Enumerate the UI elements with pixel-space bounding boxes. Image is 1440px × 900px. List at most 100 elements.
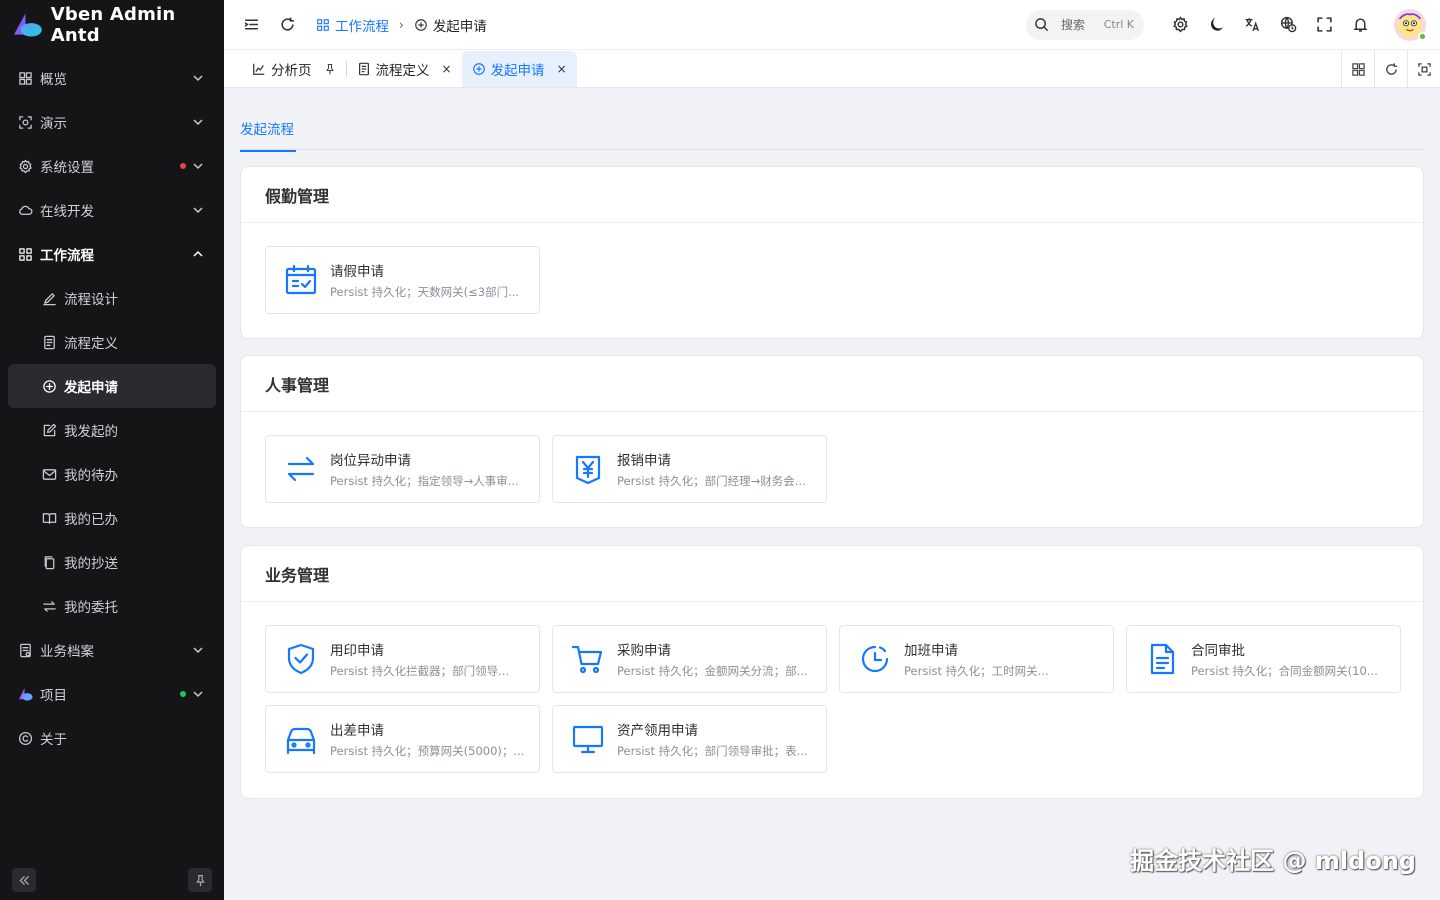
refresh-button[interactable]	[276, 14, 298, 36]
timezone-button[interactable]	[1277, 14, 1299, 36]
flow-group-title: 假勤管理	[241, 167, 1423, 223]
bell-icon	[1352, 18, 1368, 32]
status-dot	[180, 163, 186, 169]
breadcrumb-item-workflow[interactable]: 工作流程	[316, 15, 389, 35]
flow-group-title: 业务管理	[241, 546, 1423, 602]
sidebar-item-0[interactable]: 概览	[0, 56, 224, 100]
sidebar-item-10[interactable]: 我的已办	[0, 496, 224, 540]
flow-description: Persist 持久化；工时网关...	[904, 664, 1049, 678]
tab-process-definition[interactable]: 流程定义 ×	[347, 51, 462, 87]
cart-icon	[571, 642, 605, 676]
design-icon	[41, 290, 57, 306]
tab-close-icon[interactable]: ×	[557, 62, 567, 76]
project-logo-icon	[17, 686, 33, 702]
file-text-icon	[1145, 642, 1179, 676]
flow-description: Persist 持久化；部门经理→财务会...	[617, 474, 806, 488]
tab-analytics[interactable]: 分析页	[242, 51, 346, 87]
shield-check-icon	[284, 642, 318, 676]
tab-refresh-button[interactable]	[1374, 50, 1407, 88]
flow-description: Persist 持久化；天数网关(≤3部门...	[330, 285, 520, 299]
gear-icon	[1172, 16, 1188, 33]
sidebar-item-label: 关于	[40, 732, 67, 748]
copy-icon	[41, 554, 57, 570]
flow-card-text: 合同审批 Persist 持久化；合同金额网关(10...	[1191, 639, 1386, 679]
chevron-up-icon	[192, 248, 204, 260]
plus-circle-icon	[41, 378, 57, 394]
brand-title: Vben Admin Antd	[50, 4, 176, 46]
sidebar-item-7[interactable]: 发起申请	[8, 364, 216, 408]
flow-group-card: 业务管理用印申请 Persist 持久化拦截器；部门领导... 采购申请 Persis…	[240, 545, 1424, 799]
language-button[interactable]	[1241, 14, 1263, 36]
sidebar-item-3[interactable]: 在线开发	[0, 188, 224, 232]
sidebar-item-5[interactable]: 流程设计	[0, 276, 224, 320]
sidebar-item-6[interactable]: 流程定义	[0, 320, 224, 364]
flow-card[interactable]: 报销申请 Persist 持久化；部门经理→财务会...	[552, 435, 827, 503]
sidebar-item-9[interactable]: 我的待办	[0, 452, 224, 496]
tab-close-icon[interactable]: ×	[442, 62, 452, 76]
collapse-sidebar-button[interactable]	[12, 868, 36, 892]
preferences-button[interactable]	[1169, 14, 1191, 36]
flow-card[interactable]: 合同审批 Persist 持久化；合同金额网关(10...	[1126, 625, 1401, 693]
sidebar-item-15[interactable]: 关于	[0, 716, 224, 760]
sidebar-item-2[interactable]: 系统设置	[0, 144, 224, 188]
flow-card[interactable]: 岗位异动申请 Persist 持久化；指定领导→人事审...	[265, 435, 540, 503]
tabs-toolbar	[1341, 50, 1440, 88]
tab-maximize-button[interactable]	[1407, 50, 1440, 88]
flow-group-body: 请假申请 Persist 持久化；天数网关(≤3部门...	[241, 223, 1423, 314]
flow-group-title: 人事管理	[241, 356, 1423, 412]
tabs-menu-button[interactable]	[1341, 50, 1374, 88]
chevron-down-icon	[192, 644, 204, 656]
workflow-icon	[17, 246, 33, 262]
flow-card[interactable]: 请假申请 Persist 持久化；天数网关(≤3部门...	[265, 246, 540, 314]
menu-toggle-button[interactable]	[240, 14, 262, 36]
sidebar-item-4[interactable]: 工作流程	[0, 232, 224, 276]
chart-icon	[253, 63, 265, 75]
header-tools: 搜索 Ctrl K	[1026, 8, 1440, 41]
sidebar-item-label: 我发起的	[64, 424, 118, 440]
flow-card[interactable]: 出差申请 Persist 持久化；预算网关(5000)；...	[265, 705, 540, 773]
sidebar-item-label: 我的已办	[64, 512, 118, 528]
flow-card-text: 请假申请 Persist 持久化；天数网关(≤3部门...	[330, 260, 525, 300]
flow-card[interactable]: 资产领用申请 Persist 持久化；部门领导审批；表...	[552, 705, 827, 773]
tab-start-request[interactable]: 发起申请 ×	[461, 51, 577, 87]
sidebar-item-14[interactable]: 项目	[0, 672, 224, 716]
online-status-dot	[1418, 31, 1427, 41]
fullscreen-button[interactable]	[1313, 14, 1335, 36]
pin-sidebar-button[interactable]	[188, 868, 212, 892]
brand[interactable]: Vben Admin Antd	[0, 0, 224, 50]
search-icon	[1035, 18, 1049, 32]
notifications-button[interactable]	[1349, 14, 1371, 36]
sidebar-item-label: 我的待办	[64, 468, 118, 484]
sidebar-item-11[interactable]: 我的抄送	[0, 540, 224, 584]
flow-description: Persist 持久化；合同金额网关(10...	[1191, 664, 1378, 678]
car-icon	[284, 722, 318, 756]
theme-toggle-button[interactable]	[1205, 14, 1227, 36]
flow-card[interactable]: 加班申请 Persist 持久化；工时网关...	[839, 625, 1114, 693]
flow-description: Persist 持久化；指定领导→人事审...	[330, 474, 519, 488]
flow-description: Persist 持久化；部门领导审批；表...	[617, 744, 808, 758]
sidebar-item-1[interactable]: 演示	[0, 100, 224, 144]
chevron-down-icon	[192, 688, 204, 700]
mail-icon	[41, 466, 57, 482]
search-shortcut: Ctrl K	[1103, 18, 1134, 31]
sidebar-item-13[interactable]: 业务档案	[0, 628, 224, 672]
main-content: 发起流程 假勤管理 请假申请 Persist 持久化；天数网关(≤3部门... 人事管…	[240, 88, 1424, 799]
vben-logo-icon	[13, 13, 42, 37]
user-avatar[interactable]	[1394, 8, 1427, 41]
flow-card[interactable]: 采购申请 Persist 持久化；金额网关分流；部...	[552, 625, 827, 693]
sidebar-item-8[interactable]: 我发起的	[0, 408, 224, 452]
pin-icon[interactable]	[324, 63, 336, 75]
page-tabs: 分析页 流程定义 × 发起申请 ×	[224, 50, 1440, 88]
breadcrumb-item-current: 发起申请	[414, 15, 487, 35]
subtab-start-flow[interactable]: 发起流程	[240, 118, 296, 152]
sidebar-item-label: 系统设置	[40, 160, 94, 176]
pin-icon	[195, 874, 205, 886]
flow-card[interactable]: 用印申请 Persist 持久化拦截器；部门领导...	[265, 625, 540, 693]
sidebar-item-12[interactable]: 我的委托	[0, 584, 224, 628]
flow-card-text: 出差申请 Persist 持久化；预算网关(5000)；...	[330, 719, 525, 759]
search-box[interactable]: 搜索 Ctrl K	[1026, 9, 1144, 40]
flow-group-card: 人事管理岗位异动申请 Persist 持久化；指定领导→人事审... 报销申请 Per…	[240, 355, 1424, 528]
sidebar-item-label: 在线开发	[40, 204, 94, 220]
breadcrumb-separator: ›	[399, 17, 404, 32]
flow-group-card: 假勤管理请假申请 Persist 持久化；天数网关(≤3部门...	[240, 166, 1424, 339]
